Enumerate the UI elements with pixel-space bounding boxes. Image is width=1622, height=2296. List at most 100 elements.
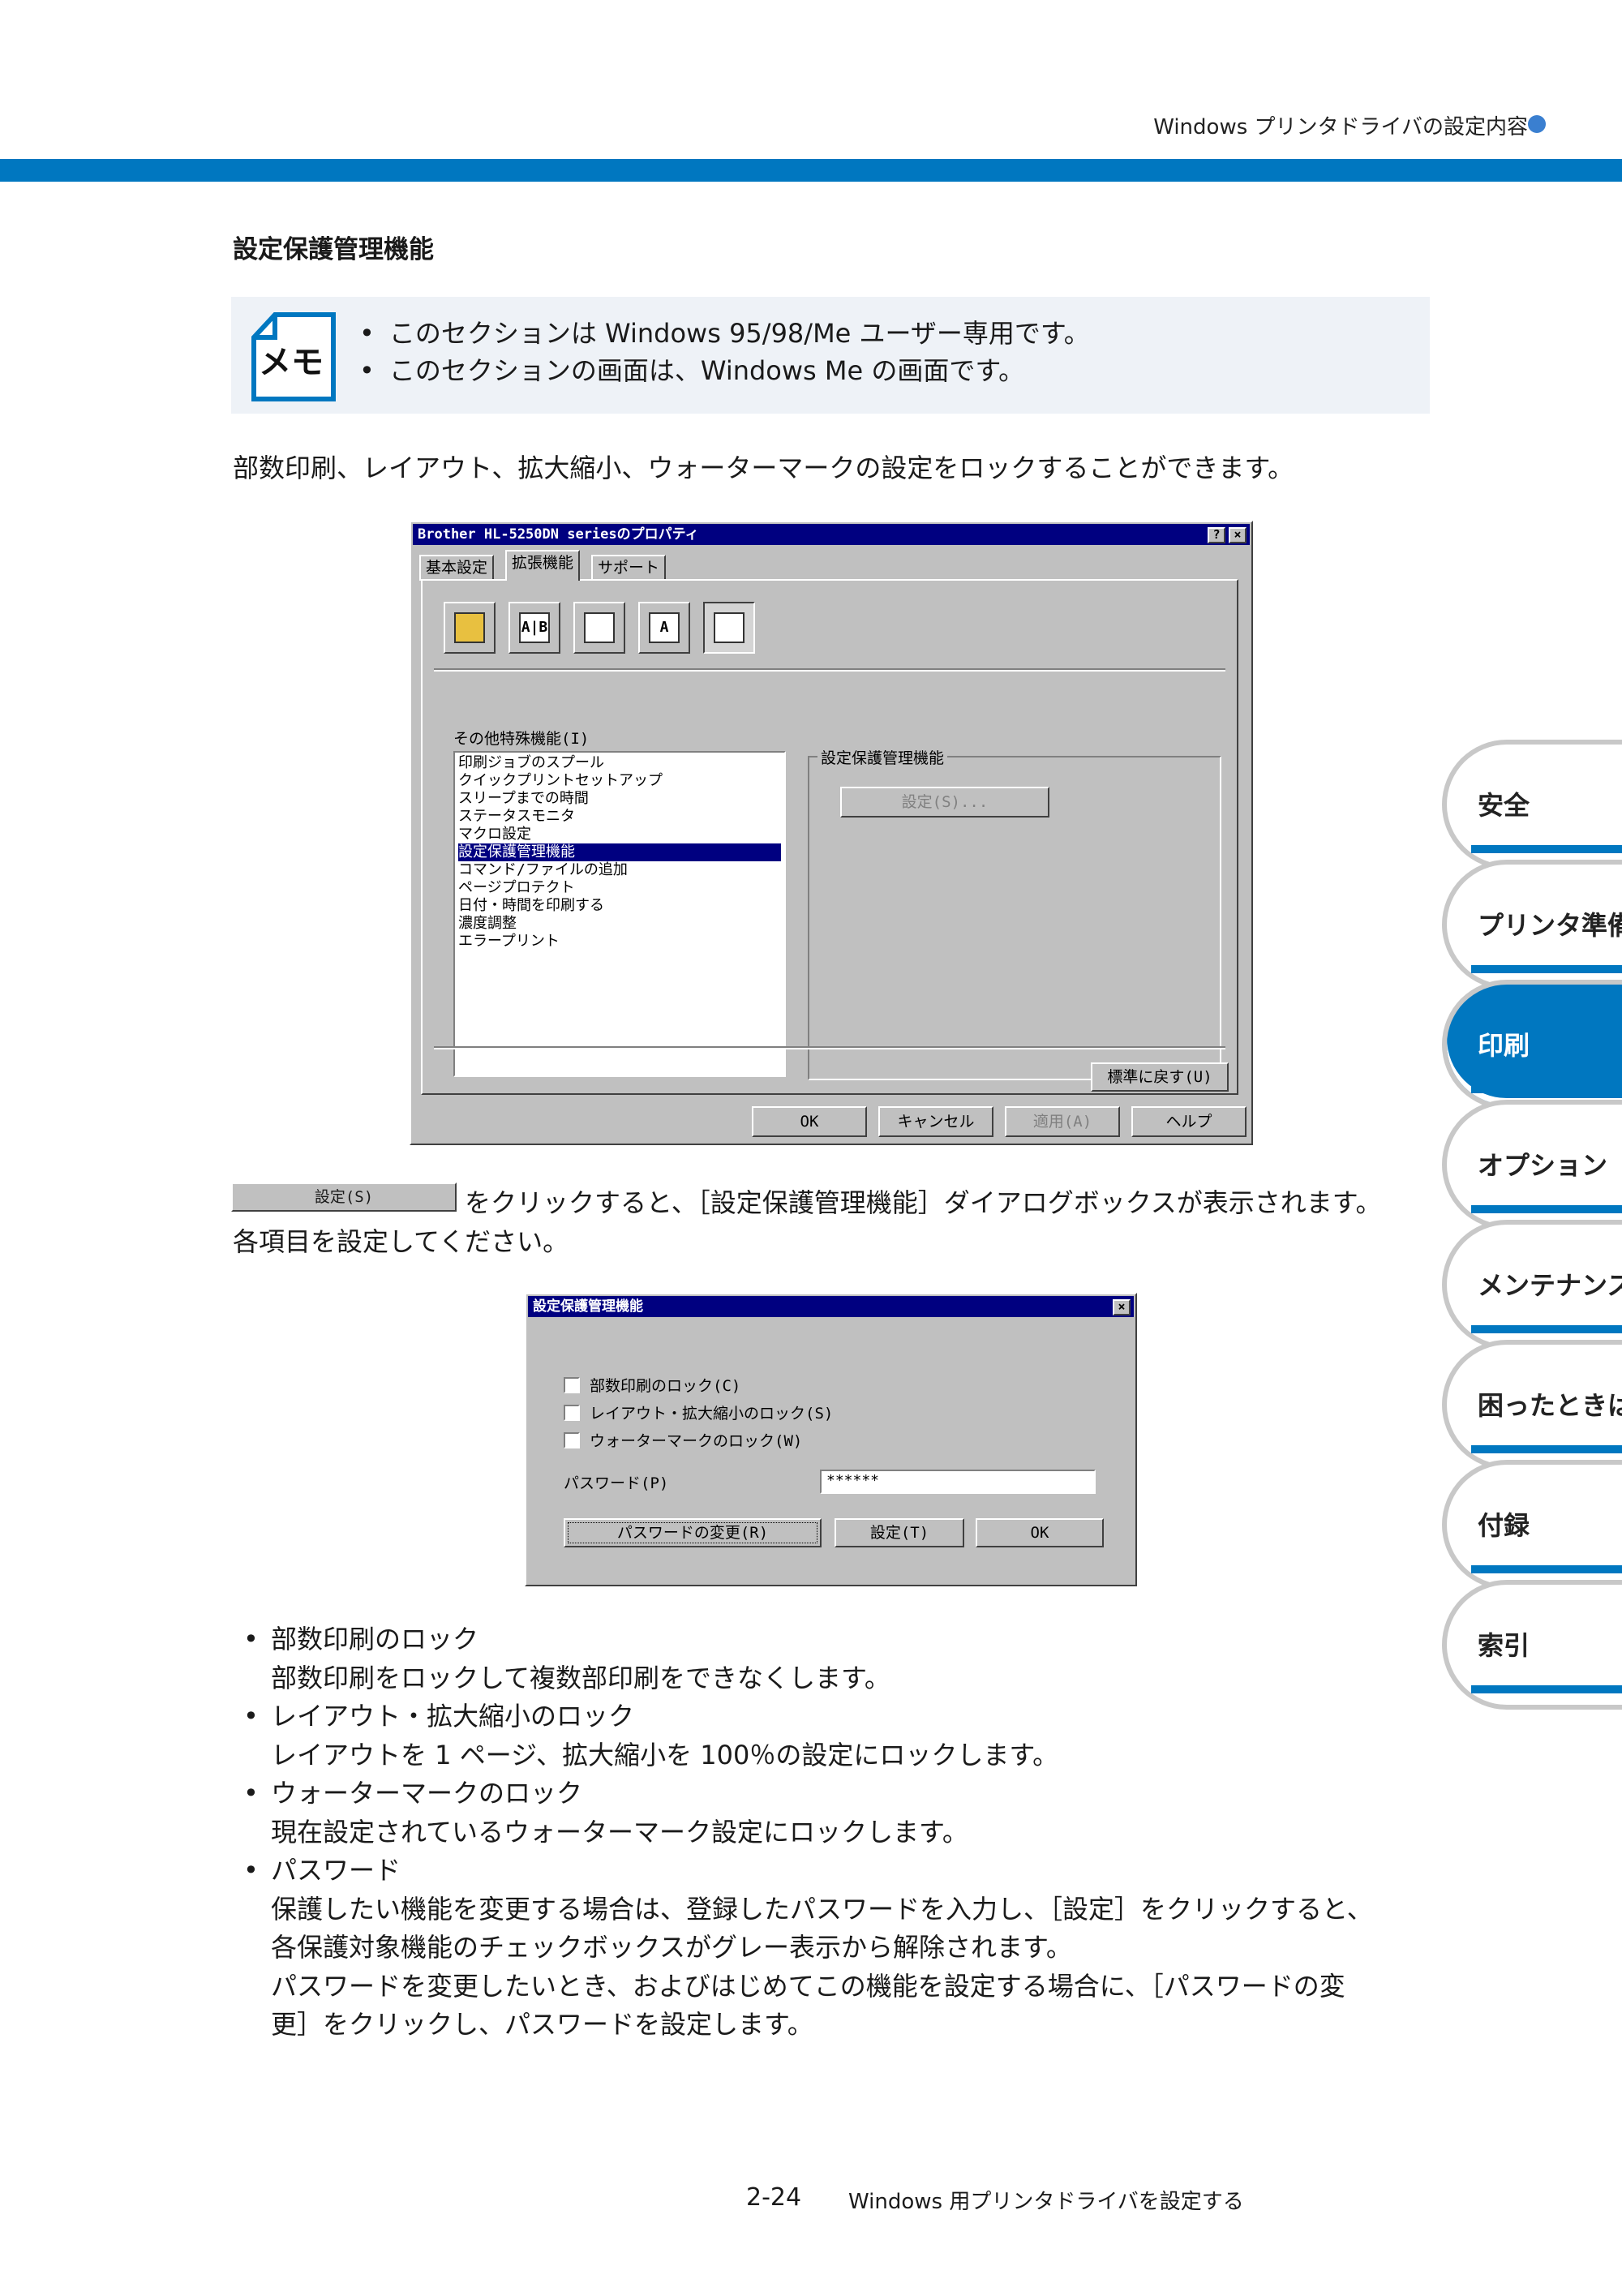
bullet-body: 保護したい機能を変更する場合は、登録したパスワードを入力し、［設定］をクリックす… — [271, 1893, 1373, 1925]
watermark-icon — [454, 612, 485, 643]
tool-font[interactable]: A — [638, 602, 690, 654]
bullet-body: レイアウトを 1 ページ、拡大縮小を 100％の設定にロックします。 — [271, 1739, 1059, 1770]
side-tab-safety[interactable]: 安全 — [1442, 740, 1622, 869]
ok-button[interactable]: OK — [752, 1106, 867, 1137]
set-button[interactable]: 設定(T) — [835, 1518, 964, 1547]
bullet-heading: レイアウト・拡大縮小のロック — [243, 1697, 1373, 1736]
memo-item: このセクションは Windows 95/98/Me ユーザー専用です。 — [359, 315, 1090, 352]
running-header: Windows プリンタドライバの設定内容 — [1153, 115, 1528, 139]
list-item[interactable]: エラープリント — [458, 933, 781, 951]
tool-settings[interactable] — [703, 602, 755, 654]
apply-button[interactable]: 適用(A) — [1005, 1106, 1120, 1137]
checkbox-label: ウォーターマークのロック(W) — [590, 1432, 803, 1450]
tool-page[interactable] — [573, 602, 625, 654]
bullet-body: パスワードを変更したいとき、およびはじめてこの機能を設定する場合に、［パスワード… — [271, 1970, 1345, 2002]
list-item[interactable]: クイックプリントセットアップ — [458, 772, 781, 790]
memo-box: メモ このセクションは Windows 95/98/Me ユーザー専用です。 こ… — [231, 297, 1430, 414]
page-icon — [584, 612, 615, 643]
side-tab-options[interactable]: オプション — [1442, 1100, 1622, 1230]
memo-item: このセクションの画面は、Windows Me の画面です。 — [359, 352, 1090, 389]
font-icon: A — [649, 612, 680, 643]
list-item[interactable]: 濃度調整 — [458, 915, 781, 933]
bullet-heading: 部数印刷のロック — [243, 1620, 1373, 1659]
inline-settings-button: 設定(S) — [231, 1182, 457, 1212]
list-item[interactable]: スリープまでの時間 — [458, 790, 781, 808]
bullet-body: 現在設定されているウォーターマーク設定にロックします。 — [271, 1816, 968, 1848]
bullet-list: 部数印刷のロック 部数印刷をロックして複数部印刷をできなくします。 レイアウト・… — [243, 1620, 1373, 2045]
intro-text: 部数印刷、レイアウト、拡大縮小、ウォーターマークの設定をロックすることができます… — [233, 453, 1294, 483]
side-tab-label: 索引 — [1478, 1630, 1530, 1661]
change-password-button[interactable]: パスワードの変更(R) — [564, 1518, 822, 1547]
settings-protection-dialog: 設定保護管理機能 × 部数印刷のロック(C) レイアウト・拡大縮小のロック(S)… — [525, 1293, 1137, 1586]
checkbox-copies-lock[interactable] — [564, 1377, 580, 1393]
list-label: その他特殊機能(I) — [453, 730, 590, 748]
cancel-button[interactable]: キャンセル — [878, 1106, 993, 1137]
side-tab-troubleshooting[interactable]: 困ったときは — [1442, 1340, 1622, 1470]
memo-list: このセクションは Windows 95/98/Me ユーザー専用です。 このセク… — [359, 315, 1090, 389]
instruction-text: をクリックすると、［設定保護管理機能］ダイアログボックスが表示されます。 — [465, 1187, 1382, 1218]
feature-list[interactable]: 印刷ジョブのスプール クイックプリントセットアップ スリープまでの時間 ステータ… — [453, 751, 786, 1077]
dialog-ok-button[interactable]: OK — [976, 1518, 1104, 1547]
tab-panel: A|B A その他特殊機能(I) 印刷ジョブのスプール クイックプリントセットア… — [421, 579, 1238, 1095]
header-dot-icon — [1528, 115, 1546, 133]
list-item[interactable]: コマンド/ファイルの追加 — [458, 861, 781, 879]
group-box: 設定保護管理機能 設定(S)... — [808, 746, 1221, 1080]
tab-advanced[interactable]: 拡張機能 — [505, 550, 581, 581]
close-icon[interactable]: × — [1113, 1299, 1131, 1315]
bullet-heading: ウォーターマークのロック — [243, 1775, 1373, 1813]
tab-support[interactable]: サポート — [591, 555, 667, 581]
side-tab-label: メンテナンス — [1478, 1270, 1622, 1301]
printer-properties-dialog: Brother HL-5250DN seriesのプロパティ ? × 基本設定 … — [410, 521, 1253, 1145]
side-tab-label: プリンタ準備 — [1478, 910, 1622, 941]
password-input[interactable]: ****** — [820, 1470, 1096, 1494]
bullet-body: 更］をクリックし、パスワードを設定します。 — [271, 2009, 813, 2040]
bullet-heading: パスワード — [243, 1852, 1373, 1890]
instruction-text-2: 各項目を設定してください。 — [233, 1226, 569, 1257]
side-tab-appendix[interactable]: 付録 — [1442, 1460, 1622, 1590]
side-tab-label: 困ったときは — [1478, 1390, 1622, 1421]
tab-basic[interactable]: 基本設定 — [419, 555, 495, 581]
list-item[interactable]: マクロ設定 — [458, 826, 781, 843]
tool-watermark[interactable] — [444, 602, 496, 654]
section-title: 設定保護管理機能 — [233, 235, 434, 264]
help-button[interactable]: ヘルプ — [1131, 1106, 1247, 1137]
password-label: パスワード(P) — [564, 1474, 669, 1492]
tool-ab[interactable]: A|B — [508, 602, 560, 654]
side-tab-label: 付録 — [1478, 1510, 1530, 1541]
ab-icon: A|B — [519, 612, 550, 643]
list-item-selected[interactable]: 設定保護管理機能 — [458, 843, 781, 861]
side-tab-printer-prep[interactable]: プリンタ準備 — [1442, 860, 1622, 989]
close-icon[interactable]: × — [1229, 527, 1247, 543]
bullet-body: 部数印刷をロックして複数部印刷をできなくします。 — [271, 1662, 890, 1693]
group-settings-button[interactable]: 設定(S)... — [840, 787, 1049, 818]
side-tab-label: オプション — [1478, 1150, 1608, 1181]
side-tab-label: 印刷 — [1478, 1030, 1530, 1061]
list-item[interactable]: ステータスモニタ — [458, 808, 781, 826]
dialog-titlebar: 設定保護管理機能 × — [528, 1296, 1134, 1317]
dialog-title: Brother HL-5250DN seriesのプロパティ — [418, 526, 699, 543]
checkbox-watermark-lock[interactable] — [564, 1432, 580, 1448]
checkbox-label: レイアウト・拡大縮小のロック(S) — [590, 1405, 834, 1423]
footer-title: Windows 用プリンタドライバを設定する — [848, 2190, 1244, 2214]
list-item[interactable]: 印刷ジョブのスプール — [458, 754, 781, 772]
bullet-body: 各保護対象機能のチェックボックスがグレー表示から解除されます。 — [271, 1932, 1072, 1963]
dialog-title: 設定保護管理機能 — [533, 1298, 643, 1315]
header-bar — [0, 159, 1622, 182]
page-number: 2-24 — [746, 2183, 802, 2212]
divider — [434, 668, 1225, 672]
side-tab-index[interactable]: 索引 — [1442, 1580, 1622, 1710]
side-tab-label: 安全 — [1478, 790, 1530, 821]
restore-defaults-button[interactable]: 標準に戻す(U) — [1091, 1062, 1229, 1092]
group-label: 設定保護管理機能 — [817, 746, 948, 768]
settings-icon — [714, 612, 744, 643]
help-icon[interactable]: ? — [1208, 527, 1225, 543]
divider — [434, 1046, 1225, 1049]
checkbox-label: 部数印刷のロック(C) — [590, 1377, 741, 1395]
side-tab-maintenance[interactable]: メンテナンス — [1442, 1220, 1622, 1350]
side-tab-print[interactable]: 印刷 — [1442, 980, 1622, 1109]
list-item[interactable]: 日付・時間を印刷する — [458, 897, 781, 915]
memo-icon-label: メモ — [259, 344, 324, 381]
dialog-titlebar: Brother HL-5250DN seriesのプロパティ ? × — [413, 524, 1250, 545]
checkbox-layout-lock[interactable] — [564, 1405, 580, 1421]
list-item[interactable]: ページプロテクト — [458, 879, 781, 897]
